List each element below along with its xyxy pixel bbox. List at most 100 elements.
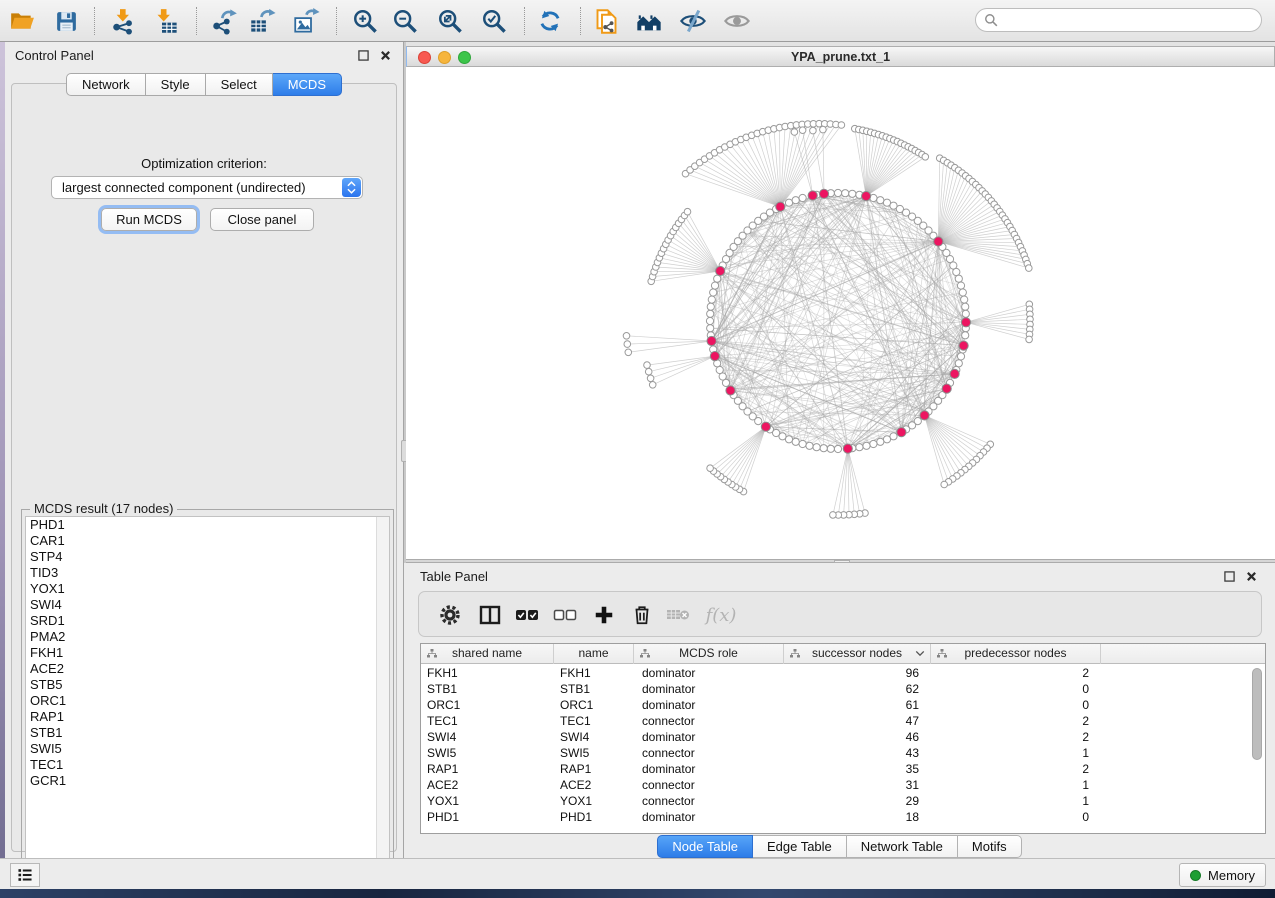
list-item[interactable]: RAP1 [26,709,389,725]
zoom-selected-icon[interactable] [478,5,510,37]
table-row[interactable]: FKH1FKH1dominator962 [421,665,1265,681]
network-node[interactable] [623,333,630,340]
network-node[interactable] [877,438,884,445]
tab-motifs[interactable]: Motifs [958,835,1022,858]
list-item[interactable]: PMA2 [26,629,389,645]
tab-node-table[interactable]: Node Table [657,835,753,858]
network-node[interactable] [711,282,718,289]
column-header-mcds-role[interactable]: MCDS role [634,644,784,664]
list-item[interactable]: STB5 [26,677,389,693]
list-item[interactable]: ACE2 [26,661,389,677]
list-item[interactable]: GCR1 [26,773,389,789]
network-node[interactable] [792,438,799,445]
network-node[interactable] [922,154,929,161]
network-node[interactable] [799,440,806,447]
list-item[interactable]: YOX1 [26,581,389,597]
tab-network[interactable]: Network [66,73,146,96]
network-node[interactable] [806,442,813,449]
criterion-dropdown[interactable]: largest connected component (undirected) [51,176,363,199]
table-row[interactable]: PHD1PHD1dominator180 [421,809,1265,825]
network-node[interactable] [959,289,966,296]
network-node[interactable] [644,362,651,369]
network-node[interactable] [827,445,834,452]
network-node[interactable] [813,444,820,451]
tab-edge-table[interactable]: Edge Table [753,835,847,858]
show-visibility-icon[interactable] [721,5,753,37]
column-header-shared-name[interactable]: shared name [421,644,554,664]
network-node[interactable] [842,190,849,197]
network-node[interactable] [707,303,714,310]
open-file-icon[interactable] [6,5,38,37]
task-history-button[interactable] [10,863,40,887]
dominator-node[interactable] [819,189,828,198]
tab-mcds[interactable]: MCDS [273,73,342,96]
list-item[interactable]: PHD1 [26,517,389,533]
table-row[interactable]: ACE2ACE2connector311 [421,777,1265,793]
zoom-in-icon[interactable] [349,5,381,37]
column-header-name[interactable]: name [554,644,634,664]
dominator-node[interactable] [776,202,785,211]
zoom-fit-icon[interactable] [434,5,466,37]
dominator-node[interactable] [710,352,719,361]
float-panel-icon[interactable] [355,47,371,63]
network-node[interactable] [820,445,827,452]
tab-style[interactable]: Style [146,73,206,96]
network-node[interactable] [941,481,948,488]
network-canvas[interactable] [406,67,1275,559]
list-item[interactable]: CAR1 [26,533,389,549]
search-input[interactable] [1004,13,1253,28]
import-table-icon[interactable] [150,5,182,37]
network-node[interactable] [955,360,962,367]
table-row[interactable]: SWI5SWI5connector431 [421,745,1265,761]
list-item[interactable]: FKH1 [26,645,389,661]
dominator-node[interactable] [707,336,716,345]
dominator-node[interactable] [726,386,735,395]
network-node[interactable] [707,325,714,332]
network-node[interactable] [953,268,960,275]
network-node[interactable] [957,353,964,360]
hide-visibility-icon[interactable] [677,5,709,37]
export-image-icon[interactable] [290,5,322,37]
network-graph[interactable] [406,67,1275,559]
network-node[interactable] [955,275,962,282]
list-item[interactable]: SWI4 [26,597,389,613]
network-node[interactable] [645,368,652,375]
dominator-node[interactable] [959,341,968,350]
list-item[interactable]: ORC1 [26,693,389,709]
dominator-node[interactable] [808,191,817,200]
dominator-node[interactable] [716,266,725,275]
network-node[interactable] [625,349,632,356]
network-node[interactable] [856,444,863,451]
memory-button[interactable]: Memory [1179,863,1266,887]
network-node[interactable] [707,310,714,317]
delete-column-icon[interactable] [627,600,657,630]
network-node[interactable] [649,382,656,389]
table-row[interactable]: YOX1YOX1connector291 [421,793,1265,809]
deselect-all-icon[interactable] [550,600,580,630]
network-node[interactable] [785,199,792,206]
add-column-icon[interactable] [589,600,619,630]
dominator-node[interactable] [920,411,929,420]
list-item[interactable]: STP4 [26,549,389,565]
network-node[interactable] [820,126,827,133]
float-panel-icon[interactable] [1221,568,1237,584]
function-builder-icon[interactable]: f(x) [701,600,741,630]
dominator-node[interactable] [934,237,943,246]
dominator-node[interactable] [761,422,770,431]
network-node[interactable] [1026,336,1033,343]
network-node[interactable] [647,375,654,382]
network-node[interactable] [799,194,806,201]
network-node[interactable] [834,189,841,196]
network-node[interactable] [1026,265,1033,272]
list-scrollbar[interactable] [376,517,389,876]
table-row[interactable]: STB1STB1dominator620 [421,681,1265,697]
network-node[interactable] [877,197,884,204]
close-panel-button[interactable]: Close panel [210,208,314,231]
clone-network-icon[interactable] [590,5,622,37]
export-network-icon[interactable] [208,5,240,37]
import-network-icon[interactable] [108,5,140,37]
network-node[interactable] [870,440,877,447]
network-node[interactable] [707,465,714,472]
network-node[interactable] [716,366,723,373]
tab-network-table[interactable]: Network Table [847,835,958,858]
